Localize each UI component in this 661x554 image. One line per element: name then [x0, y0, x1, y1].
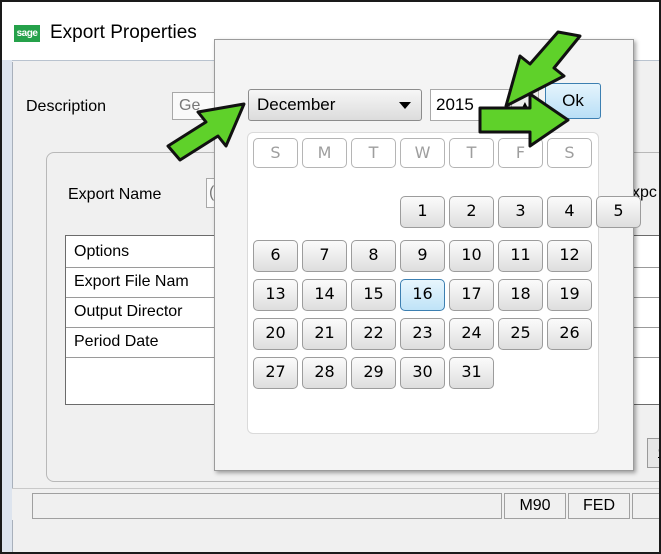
calendar-day[interactable]: 5 — [596, 196, 641, 228]
calendar-day[interactable]: 15 — [351, 279, 396, 311]
calendar-day[interactable]: 28 — [302, 357, 347, 389]
calendar-day[interactable]: 21 — [302, 318, 347, 350]
status-cell-company: M90 — [504, 493, 566, 519]
calendar-day[interactable]: 20 — [253, 318, 298, 350]
arrow-annotation-icon — [166, 102, 246, 162]
calendar-day[interactable]: 14 — [302, 279, 347, 311]
weekday-header: S — [253, 138, 298, 168]
calendar-day[interactable]: 10 — [449, 240, 494, 272]
arrow-shape — [166, 102, 246, 162]
export-name-label: Export Name — [68, 186, 162, 203]
calendar-day[interactable]: 6 — [253, 240, 298, 272]
calendar-day[interactable]: 13 — [253, 279, 298, 311]
calendar-day[interactable]: 24 — [449, 318, 494, 350]
grid-row-label: Export File Nam — [74, 273, 189, 290]
calendar-day-selected[interactable]: 16 — [400, 279, 445, 311]
window-left-border — [2, 60, 12, 552]
calendar-day[interactable]: 26 — [547, 318, 592, 350]
calendar-day[interactable]: 25 — [498, 318, 543, 350]
calendar-day[interactable]: 22 — [351, 318, 396, 350]
window-title: Export Properties — [50, 22, 197, 43]
calendar-day[interactable]: 12 — [547, 240, 592, 272]
calendar-day[interactable]: 11 — [498, 240, 543, 272]
calendar-day[interactable]: 27 — [253, 357, 298, 389]
month-dropdown[interactable]: December — [248, 89, 422, 121]
calendar-day[interactable]: 1 — [400, 196, 445, 228]
calendar-day[interactable]: 31 — [449, 357, 494, 389]
cancel-button-partial[interactable]: C — [647, 438, 659, 468]
weekday-header: W — [400, 138, 445, 168]
arrow-annotation-icon — [478, 92, 570, 148]
sage-logo-icon: sage — [14, 25, 40, 42]
arrow-shape — [478, 92, 570, 148]
grid-header-options: Options — [74, 243, 130, 260]
month-dropdown-value: December — [257, 95, 336, 114]
grid-row-label: Output Director — [74, 303, 183, 320]
weekday-header: T — [351, 138, 396, 168]
status-cell-main — [32, 493, 502, 519]
calendar-day[interactable]: 4 — [547, 196, 592, 228]
calendar-day[interactable]: 3 — [498, 196, 543, 228]
calendar-day[interactable]: 9 — [400, 240, 445, 272]
calendar-grid: S M T W T F S 1 2 3 4 5 6 7 8 9 10 11 12 13 14 15 16 17 18 19 20 21… — [247, 132, 641, 434]
chevron-down-icon — [399, 102, 411, 109]
calendar-day[interactable]: 2 — [449, 196, 494, 228]
calendar-day[interactable]: 19 — [547, 279, 592, 311]
status-cell-extra — [632, 493, 659, 519]
status-cell-fed: FED — [568, 493, 630, 519]
grid-row-label: Period Date — [74, 333, 159, 350]
calendar-day[interactable]: 23 — [400, 318, 445, 350]
description-label: Description — [26, 98, 107, 115]
calendar-day[interactable]: 30 — [400, 357, 445, 389]
status-bar: M90 FED — [12, 488, 659, 520]
weekday-header: M — [302, 138, 347, 168]
calendar-day[interactable]: 29 — [351, 357, 396, 389]
screenshot-frame: sage Export Properties Description Ge Ex… — [0, 0, 661, 554]
calendar-day[interactable]: 18 — [498, 279, 543, 311]
calendar-day[interactable]: 7 — [302, 240, 347, 272]
calendar-day[interactable]: 17 — [449, 279, 494, 311]
calendar-day[interactable]: 8 — [351, 240, 396, 272]
